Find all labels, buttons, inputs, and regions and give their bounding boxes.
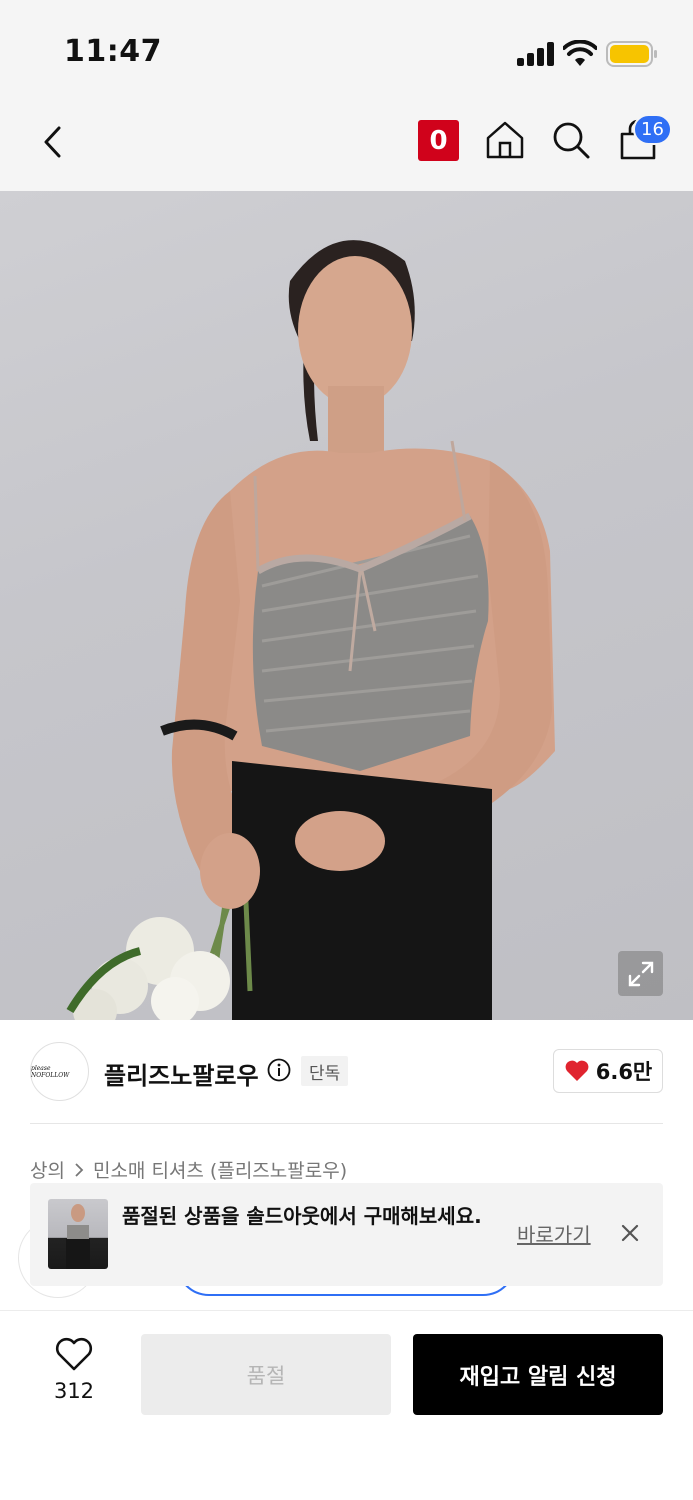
brand-badge-label: 0 — [429, 125, 448, 156]
chevron-right-icon — [75, 1162, 84, 1177]
status-time: 11:47 — [64, 34, 162, 69]
search-icon[interactable] — [550, 118, 592, 162]
product-photo-illustration — [66, 240, 555, 1020]
brand-avatar[interactable]: please NOFOLLOW — [30, 1042, 89, 1101]
product-image[interactable] — [0, 191, 693, 1020]
wifi-icon — [563, 40, 597, 66]
section-divider — [30, 1123, 663, 1124]
expand-image-button[interactable] — [618, 951, 663, 996]
soldout-toast: 품절된 상품을 솔드아웃에서 구매해보세요. 바로가기 — [30, 1183, 663, 1286]
brand-like-button[interactable]: 6.6만 — [553, 1049, 663, 1093]
toast-link[interactable]: 바로가기 — [517, 1219, 591, 1248]
heart-outline-icon — [55, 1337, 93, 1371]
breadcrumb-category[interactable]: 상의 — [30, 1156, 65, 1183]
restock-alert-button[interactable]: 재입고 알림 신청 — [413, 1334, 663, 1415]
heart-filled-icon — [565, 1060, 589, 1081]
expand-icon — [628, 961, 653, 986]
brand-name[interactable]: 플리즈노팔로우 — [104, 1056, 259, 1091]
toast-thumbnail — [48, 1199, 108, 1269]
close-icon[interactable] — [619, 1222, 641, 1244]
soldout-button: 품절 — [141, 1334, 391, 1415]
breadcrumb: 상의 민소매 티셔츠 (플리즈노팔로우) — [30, 1156, 347, 1183]
exclusive-badge: 단독 — [301, 1056, 349, 1086]
home-icon[interactable] — [484, 118, 526, 162]
brand-like-count: 6.6만 — [595, 1060, 653, 1084]
cart-count-badge: 16 — [633, 114, 672, 145]
wishlist-count: 312 — [53, 1379, 95, 1403]
breadcrumb-subcategory[interactable]: 민소매 티셔츠 (플리즈노팔로우) — [93, 1156, 347, 1183]
brand-row: please NOFOLLOW 플리즈노팔로우 단독 6.6만 — [0, 1020, 693, 1125]
cellular-signal-icon — [517, 42, 555, 66]
brand-logo-button[interactable]: 0 — [418, 120, 459, 161]
battery-icon — [606, 41, 657, 67]
toast-message: 품절된 상품을 솔드아웃에서 구매해보세요. — [122, 1204, 482, 1228]
top-nav-bar: 0 — [0, 96, 693, 191]
back-button[interactable] — [36, 122, 72, 162]
brand-avatar-text: please NOFOLLOW — [31, 1064, 70, 1079]
info-icon[interactable] — [267, 1058, 291, 1082]
status-bar: 11:47 — [0, 0, 693, 96]
